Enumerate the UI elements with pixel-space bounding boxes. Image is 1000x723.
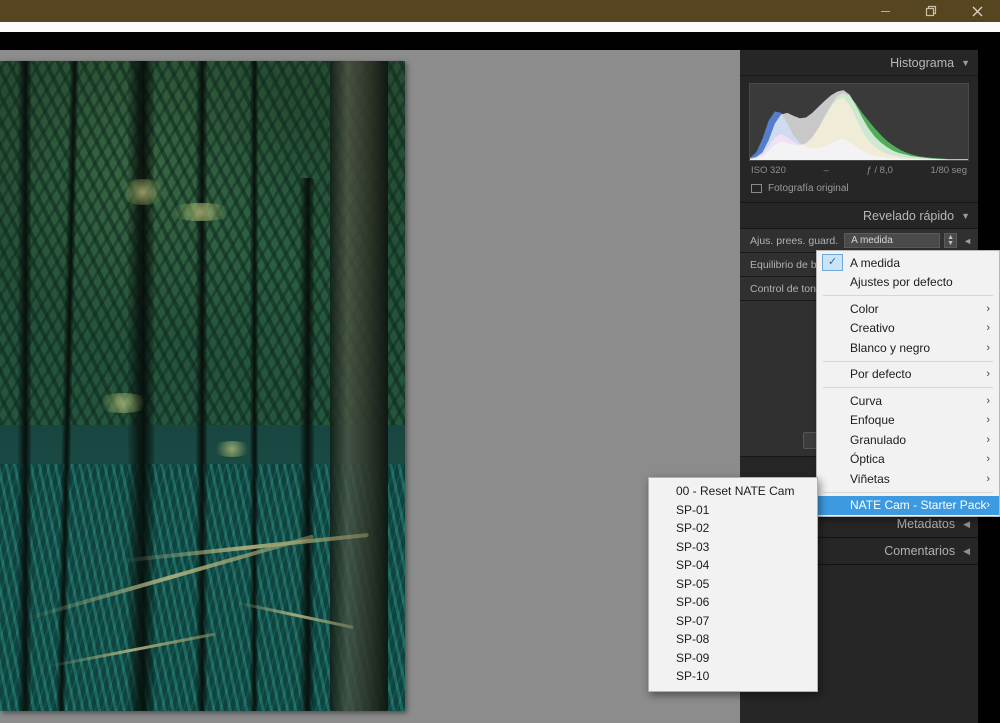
- menu-item-ptica[interactable]: Óptica ›: [817, 450, 999, 470]
- chevron-right-icon: ›: [986, 453, 990, 466]
- saved-preset-combo[interactable]: A medida ▲ ▼ ◄: [844, 233, 972, 248]
- histogram-exif-row: ISO 320 – ƒ / 8,0 1/80 seg: [751, 165, 967, 176]
- restore-button[interactable]: [908, 0, 954, 22]
- submenu-item-label: SP-07: [676, 613, 710, 628]
- check-icon: ✓: [822, 254, 843, 271]
- menu-item-label: Curva: [850, 393, 883, 408]
- submenu-item[interactable]: SP-07: [649, 612, 817, 631]
- menu-item-ajustes-por-defecto[interactable]: Ajustes por defecto: [817, 273, 999, 293]
- chevron-right-icon: ›: [986, 322, 990, 335]
- aperture-value: ƒ / 8,0: [866, 165, 893, 176]
- submenu-item-label: SP-05: [676, 576, 710, 591]
- menu-item-curva[interactable]: Curva ›: [817, 391, 999, 411]
- panel-title: Metadatos: [896, 517, 956, 531]
- submenu-item-label: SP-02: [676, 521, 710, 536]
- submenu-item[interactable]: SP-05: [649, 575, 817, 594]
- histogram-panel-header[interactable]: Histograma ▼: [740, 50, 978, 76]
- submenu-item[interactable]: SP-10: [649, 667, 817, 686]
- submenu-item[interactable]: SP-02: [649, 519, 817, 538]
- submenu-item-label: SP-08: [676, 632, 710, 647]
- original-photo-label: Fotografía original: [768, 183, 849, 194]
- panel-title: Comentarios: [884, 544, 956, 558]
- histogram-svg: [750, 90, 968, 160]
- histogram-title: Histograma: [890, 55, 955, 70]
- menu-separator: [823, 387, 993, 388]
- tone-control-label: Control de tono: [750, 282, 822, 295]
- quick-develop-title: Revelado rápido: [863, 208, 955, 223]
- menu-item-label: Enfoque: [850, 413, 895, 428]
- menu-item-label: Óptica: [850, 452, 885, 467]
- menu-item-label: Por defecto: [850, 367, 912, 382]
- chevron-right-icon: ›: [986, 394, 990, 407]
- photo-preview[interactable]: [0, 61, 405, 711]
- submenu-item[interactable]: SP-01: [649, 501, 817, 520]
- submenu-item[interactable]: SP-03: [649, 538, 817, 557]
- saved-preset-value[interactable]: A medida: [844, 233, 941, 248]
- stepper-icon[interactable]: ▲▼: [944, 233, 958, 248]
- menu-separator: [823, 295, 993, 296]
- chevron-right-icon: ›: [986, 302, 990, 315]
- submenu-item-label: SP-04: [676, 558, 710, 573]
- photo-frame-icon: [751, 184, 762, 193]
- iso-value: ISO 320: [751, 165, 786, 176]
- focal-value: –: [823, 165, 829, 176]
- chevron-right-icon: ›: [986, 368, 990, 381]
- menu-item-label: Viñetas: [850, 471, 890, 486]
- chevron-down-icon[interactable]: ▼: [961, 58, 970, 68]
- menu-item-granulado[interactable]: Granulado ›: [817, 430, 999, 450]
- submenu-item-label: SP-03: [676, 539, 710, 554]
- submenu-item[interactable]: SP-06: [649, 593, 817, 612]
- chevron-right-icon: ›: [986, 341, 990, 354]
- forest-photo: [0, 61, 405, 711]
- histogram-chart[interactable]: [749, 83, 969, 161]
- submenu-item-label: SP-10: [676, 669, 710, 684]
- titlebar-underline: [0, 22, 1000, 32]
- submenu-item-label: 00 - Reset NATE Cam: [676, 484, 795, 499]
- original-photo-toggle[interactable]: Fotografía original: [751, 183, 967, 194]
- menu-item-label: Creativo: [850, 321, 895, 336]
- toolbar-black-strip: [0, 32, 1000, 50]
- menu-item-blanco-y-negro[interactable]: Blanco y negro ›: [817, 338, 999, 358]
- saved-preset-label: Ajus. prees. guard.: [750, 234, 839, 247]
- menu-item-por-defecto[interactable]: Por defecto ›: [817, 365, 999, 385]
- submenu-item-label: SP-09: [676, 650, 710, 665]
- menu-item-label: Granulado: [850, 432, 907, 447]
- submenu-item[interactable]: SP-09: [649, 649, 817, 668]
- shutter-value: 1/80 seg: [930, 165, 967, 176]
- quick-develop-header[interactable]: Revelado rápido ▼: [740, 203, 978, 229]
- submenu-item-label: SP-06: [676, 595, 710, 610]
- chevron-right-icon: ›: [986, 414, 990, 427]
- menu-item-enfoque[interactable]: Enfoque ›: [817, 411, 999, 431]
- menu-item-creativo[interactable]: Creativo ›: [817, 319, 999, 339]
- menu-item-label: Ajustes por defecto: [850, 275, 953, 290]
- submenu-item-label: SP-01: [676, 502, 710, 517]
- photo-color-grade: [0, 61, 405, 711]
- chevron-right-icon: ›: [986, 472, 990, 485]
- collapse-arrow-icon[interactable]: ◄: [963, 236, 972, 246]
- submenu-item[interactable]: SP-04: [649, 556, 817, 575]
- menu-item-nate-cam-starter-pack[interactable]: NATE Cam - Starter Pack ›: [817, 495, 999, 515]
- menu-item-label: Color: [850, 301, 879, 316]
- chevron-right-icon: ›: [986, 499, 990, 512]
- chevron-left-icon[interactable]: ◀: [963, 546, 970, 557]
- submenu-item[interactable]: SP-08: [649, 630, 817, 649]
- submenu-item[interactable]: 00 - Reset NATE Cam: [649, 482, 817, 501]
- chevron-left-icon[interactable]: ◀: [963, 519, 970, 530]
- menu-item-a-medida[interactable]: ✓ A medida: [817, 253, 999, 273]
- minimize-button[interactable]: [862, 0, 908, 22]
- menu-separator: [823, 360, 993, 362]
- menu-item-color[interactable]: Color ›: [817, 299, 999, 319]
- menu-separator: [823, 491, 993, 493]
- app-root: Histograma ▼ ISO 320 – ƒ / 8,0 1/80 seg …: [0, 0, 1000, 723]
- chevron-down-icon[interactable]: ▼: [961, 211, 970, 221]
- nate-cam-submenu[interactable]: 00 - Reset NATE Cam SP-01 SP-02 SP-03 SP-04 S…: [648, 477, 818, 692]
- menu-item-label: NATE Cam - Starter Pack: [850, 498, 987, 513]
- close-button[interactable]: [954, 0, 1000, 22]
- chevron-right-icon: ›: [986, 433, 990, 446]
- window-titlebar: [0, 0, 1000, 22]
- menu-item-label: Blanco y negro: [850, 340, 931, 355]
- preset-context-menu[interactable]: ✓ A medida Ajustes por defecto Color › Creati…: [816, 250, 1000, 517]
- menu-item-label: A medida: [850, 255, 901, 270]
- menu-item-vi-etas[interactable]: Viñetas ›: [817, 469, 999, 489]
